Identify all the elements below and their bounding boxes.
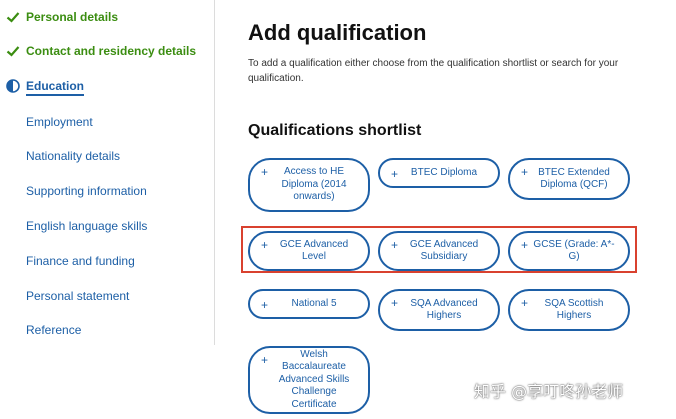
qualification-label: GCE Advanced Subsidiary [409, 238, 479, 263]
qualification-label: Welsh Baccalaureate Advanced Skills Chal… [278, 348, 350, 410]
qualification-welsh-baccalaureate[interactable]: + Welsh Baccalaureate Advanced Skills Ch… [248, 346, 370, 414]
check-icon [6, 46, 20, 57]
plus-icon: + [261, 165, 269, 179]
plus-icon: + [391, 167, 399, 181]
qualification-sqa-advanced-highers[interactable]: + SQA Advanced Highers [378, 289, 500, 331]
nav-item-reference[interactable]: Reference [26, 323, 81, 337]
qualification-gce-as[interactable]: + GCE Advanced Subsidiary [378, 231, 500, 271]
nav-item-nationality[interactable]: Nationality details [26, 149, 120, 163]
qualification-national-5[interactable]: + National 5 [248, 289, 370, 319]
plus-icon: + [521, 165, 529, 179]
half-circle-progress-icon [6, 79, 20, 93]
intro-text: To add a qualification either choose fro… [248, 58, 619, 84]
qualification-gce-a-level[interactable]: + GCE Advanced Level [248, 231, 370, 271]
nav-item-supporting-information[interactable]: Supporting information [26, 184, 147, 198]
qualification-sqa-scottish-highers[interactable]: + SQA Scottish Highers [508, 289, 630, 331]
qualification-btec-diploma[interactable]: + BTEC Diploma [378, 158, 500, 188]
plus-icon: + [521, 296, 529, 310]
progress-sidebar: Personal details Contact and residency d… [0, 0, 215, 345]
plus-icon: + [391, 296, 399, 310]
plus-icon: + [261, 298, 269, 312]
nav-item-employment[interactable]: Employment [26, 115, 93, 129]
qualification-label: GCSE (Grade: A*-G) [533, 238, 615, 263]
qualification-label: BTEC Extended Diploma (QCF) [538, 166, 610, 191]
plus-icon: + [261, 238, 269, 252]
watermark: 知乎 @享叮咚孙老师 [474, 382, 624, 401]
qualification-access-to-he[interactable]: + Access to HE Diploma (2014 onwards) [248, 158, 370, 212]
nav-item-finance-funding[interactable]: Finance and funding [26, 254, 135, 268]
nav-item-education[interactable]: Education [26, 79, 85, 96]
nav-item-personal-details[interactable]: Personal details [26, 10, 118, 24]
check-icon [6, 12, 20, 23]
shortlist-heading: Qualifications shortlist [248, 122, 422, 139]
nav-item-contact-residency[interactable]: Contact and residency details [26, 44, 196, 58]
qualification-btec-extended[interactable]: + BTEC Extended Diploma (QCF) [508, 158, 630, 200]
plus-icon: + [521, 238, 529, 252]
plus-icon: + [261, 353, 269, 367]
qualification-label: GCE Advanced Level [279, 238, 349, 263]
qualification-label: Access to HE Diploma (2014 onwards) [281, 166, 347, 203]
nav-item-personal-statement[interactable]: Personal statement [26, 289, 129, 303]
page-title: Add qualification [248, 20, 427, 45]
qualification-gcse[interactable]: + GCSE (Grade: A*-G) [508, 231, 630, 271]
qualification-label: SQA Scottish Highers [544, 297, 604, 322]
qualification-label: National 5 [291, 297, 337, 309]
nav-item-english-language[interactable]: English language skills [26, 219, 147, 233]
plus-icon: + [391, 238, 399, 252]
qualification-label: SQA Advanced Highers [410, 297, 478, 322]
qualification-label: BTEC Diploma [410, 166, 478, 178]
